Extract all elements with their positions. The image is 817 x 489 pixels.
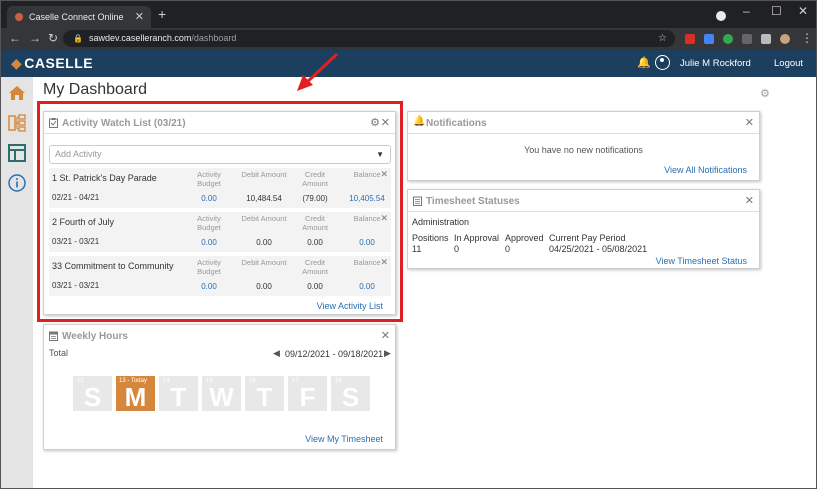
day-letter: W — [209, 382, 234, 412]
back-icon[interactable]: ← — [9, 31, 21, 45]
view-my-timesheet-link[interactable]: View My Timesheet — [305, 434, 383, 444]
annotation-arrow-icon — [297, 52, 339, 91]
extension-green-icon[interactable] — [723, 34, 733, 44]
approved-value: 0 — [505, 244, 511, 254]
positions-header: Positions — [412, 233, 449, 243]
maximize-icon[interactable]: ☐ — [771, 4, 782, 18]
bookmark-star-icon[interactable]: ☆ — [658, 30, 667, 47]
day-letter: S — [341, 382, 360, 412]
approved-header: Approved — [505, 233, 544, 243]
day-tile[interactable]: 12 S — [73, 376, 112, 412]
day-tile[interactable]: 15 W — [202, 376, 241, 412]
timesheet-group: Administration — [412, 217, 470, 227]
screen: Caselle Connect Online ✕ + – ☐ ✕ ← → ↻ 🔒… — [0, 0, 817, 489]
close-window-icon[interactable]: ✕ — [798, 4, 808, 18]
view-all-notifications-link[interactable]: View All Notifications — [664, 165, 747, 175]
logout-link[interactable]: Logout — [774, 58, 803, 69]
bell-icon: 🔔 — [413, 116, 426, 127]
caselle-logo[interactable]: ◆ CASELLE — [11, 55, 93, 72]
tab-title: Caselle Connect Online — [29, 12, 124, 22]
forward-icon[interactable]: → — [29, 31, 41, 45]
widget-title: Notifications — [426, 118, 487, 129]
logo-text: CASELLE — [24, 55, 94, 71]
browser-toolbar: ← → ↻ 🔒 sawdev.caselleranch.com/dashboar… — [1, 28, 816, 50]
gear-icon[interactable]: ⚙ — [760, 87, 770, 100]
left-nav-rail — [1, 77, 33, 488]
org-chart-icon[interactable] — [7, 113, 27, 133]
lock-icon: 🔒 — [73, 34, 83, 43]
day-letter: F — [299, 382, 316, 412]
widget-title: Timesheet Statuses — [426, 196, 520, 207]
widget-title: Weekly Hours — [62, 331, 128, 342]
extensions-puzzle-icon[interactable] — [761, 34, 771, 44]
widget-header: Timesheet Statuses ✕ — [408, 190, 759, 212]
highlight-box — [37, 101, 403, 322]
browser-tab[interactable]: Caselle Connect Online ✕ — [7, 6, 151, 28]
day-tile[interactable]: 17 F — [288, 376, 327, 412]
widget-close-icon[interactable]: ✕ — [745, 194, 754, 207]
in-approval-header: In Approval — [454, 233, 500, 243]
url-host: sawdev.caselleranch.com — [89, 33, 192, 43]
day-tile-today[interactable]: 13 - Today M — [116, 376, 155, 412]
weekly-hours-widget: Weekly Hours ✕ Total ◀ 09/12/2021 - 09/1… — [43, 324, 396, 450]
widget-header: Weekly Hours ✕ — [44, 325, 395, 347]
extension-gray-icon[interactable] — [742, 34, 752, 44]
view-timesheet-status-link[interactable]: View Timesheet Status — [656, 256, 747, 266]
pay-period-value: 04/25/2021 - 05/08/2021 — [549, 244, 648, 254]
minimize-icon[interactable]: – — [743, 4, 750, 18]
day-letter: T — [170, 382, 187, 412]
day-tile[interactable]: 16 T — [245, 376, 284, 412]
reload-icon[interactable]: ↻ — [48, 31, 58, 45]
prev-week-icon[interactable]: ◀ — [273, 348, 280, 359]
pay-period-header: Current Pay Period — [549, 233, 626, 243]
extension-blue-icon[interactable] — [704, 34, 714, 44]
caselle-logo-icon: ◆ — [11, 55, 23, 71]
notifications-widget: 🔔 Notifications ✕ You have no new notifi… — [407, 111, 760, 181]
total-label: Total — [49, 348, 69, 358]
url-path: /dashboard — [191, 33, 237, 43]
dashboard-layout-icon[interactable] — [7, 143, 27, 163]
extension-red-icon[interactable] — [685, 34, 695, 44]
widget-close-icon[interactable]: ✕ — [381, 329, 390, 342]
timesheet-icon — [413, 196, 422, 206]
in-approval-value: 0 — [454, 244, 460, 254]
calendar-icon — [49, 331, 58, 341]
notifications-message: You have no new notifications — [524, 145, 643, 155]
caselle-favicon-icon — [15, 13, 23, 21]
browser-tabbar: Caselle Connect Online ✕ + – ☐ ✕ — [1, 1, 816, 28]
close-tab-icon[interactable]: ✕ — [135, 6, 144, 28]
profile-icon[interactable] — [716, 11, 726, 21]
app-header: ◆ CASELLE 🔔 Julie M Rockford Logout — [1, 50, 816, 77]
user-name[interactable]: Julie M Rockford — [680, 58, 751, 69]
week-range: 09/12/2021 - 09/18/2021 — [285, 349, 384, 359]
info-icon[interactable] — [7, 173, 27, 193]
user-icon[interactable] — [655, 55, 670, 70]
menu-kebab-icon[interactable]: ⋮ — [801, 31, 813, 45]
home-icon[interactable] — [7, 83, 27, 103]
day-letter: M — [124, 382, 147, 412]
avatar[interactable] — [780, 34, 790, 44]
timesheet-statuses-widget: Timesheet Statuses ✕ Administration Posi… — [407, 189, 760, 269]
next-week-icon[interactable]: ▶ — [384, 348, 391, 359]
positions-value: 11 — [412, 244, 422, 254]
day-tile[interactable]: 18 S — [331, 376, 370, 412]
widget-close-icon[interactable]: ✕ — [745, 116, 754, 129]
day-tile[interactable]: 14 T — [159, 376, 198, 412]
address-bar[interactable]: 🔒 sawdev.caselleranch.com/dashboard ☆ — [63, 30, 675, 47]
widget-header: 🔔 Notifications ✕ — [408, 112, 759, 134]
day-letter: T — [256, 382, 273, 412]
day-letter: S — [83, 382, 102, 412]
new-tab-icon[interactable]: + — [158, 6, 166, 22]
page-title: My Dashboard — [43, 81, 148, 98]
bell-icon[interactable]: 🔔 — [637, 56, 651, 69]
